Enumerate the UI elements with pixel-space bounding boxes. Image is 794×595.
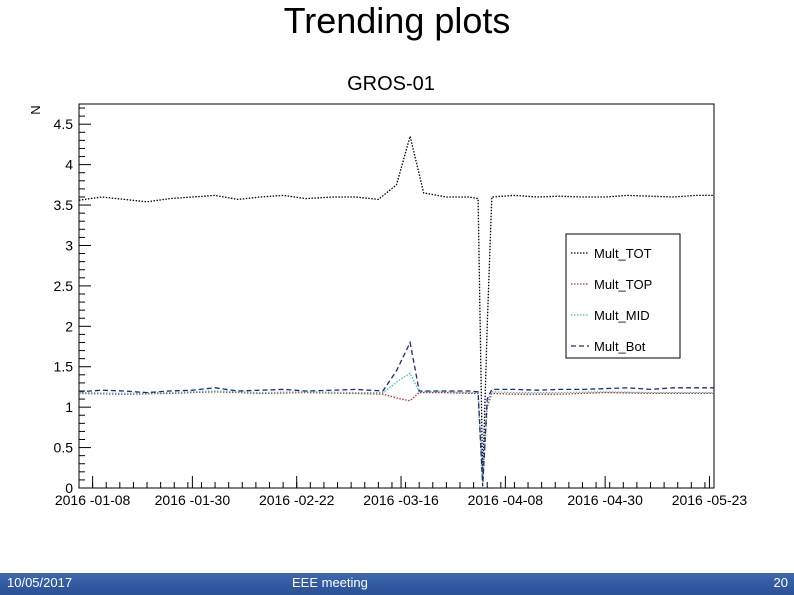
legend-label: Mult_TOT [594, 246, 652, 261]
footer-date: 10/05/2017 [7, 575, 73, 590]
y-tick-label: 4 [65, 157, 73, 173]
x-tick-label: 2016 -03-16 [363, 492, 439, 508]
y-tick-label: 2 [65, 318, 73, 334]
y-tick-label: 2.5 [54, 278, 74, 294]
y-axis-label: N [28, 105, 43, 114]
y-tick-label: 1.5 [54, 359, 74, 375]
legend-label: Mult_TOP [594, 277, 652, 292]
x-tick-label: 2016 -02-22 [259, 492, 335, 508]
series-line [78, 372, 714, 484]
footer-bar: 10/05/2017 EEE meeting 20 [0, 573, 794, 595]
legend-label: Mult_Bot [594, 339, 646, 354]
legend-label: Mult_MID [594, 308, 650, 323]
x-tick-label: 2016 -05-23 [672, 492, 748, 508]
y-tick-label: 3.5 [54, 197, 74, 213]
trend-chart: GROS-01N00.511.522.533.544.52016 -01-08 2… [28, 73, 748, 508]
chart-title: GROS-01 [347, 73, 435, 95]
x-tick-label: 2016 -04-08 [468, 492, 544, 508]
footer-page-number: 20 [773, 575, 788, 590]
series-line [78, 340, 714, 487]
y-tick-label: 0.5 [54, 440, 74, 456]
footer-meeting: EEE meeting [292, 575, 368, 590]
x-tick-label: 2016 -01-08 [55, 492, 131, 508]
y-tick-label: 4.5 [54, 116, 74, 132]
x-tick-label: 2016 -01-30 [155, 492, 231, 508]
y-tick-label: 1 [65, 399, 73, 415]
x-tick-label: 2016 -04-30 [567, 492, 643, 508]
y-tick-label: 3 [65, 237, 73, 253]
series-line [78, 391, 714, 482]
